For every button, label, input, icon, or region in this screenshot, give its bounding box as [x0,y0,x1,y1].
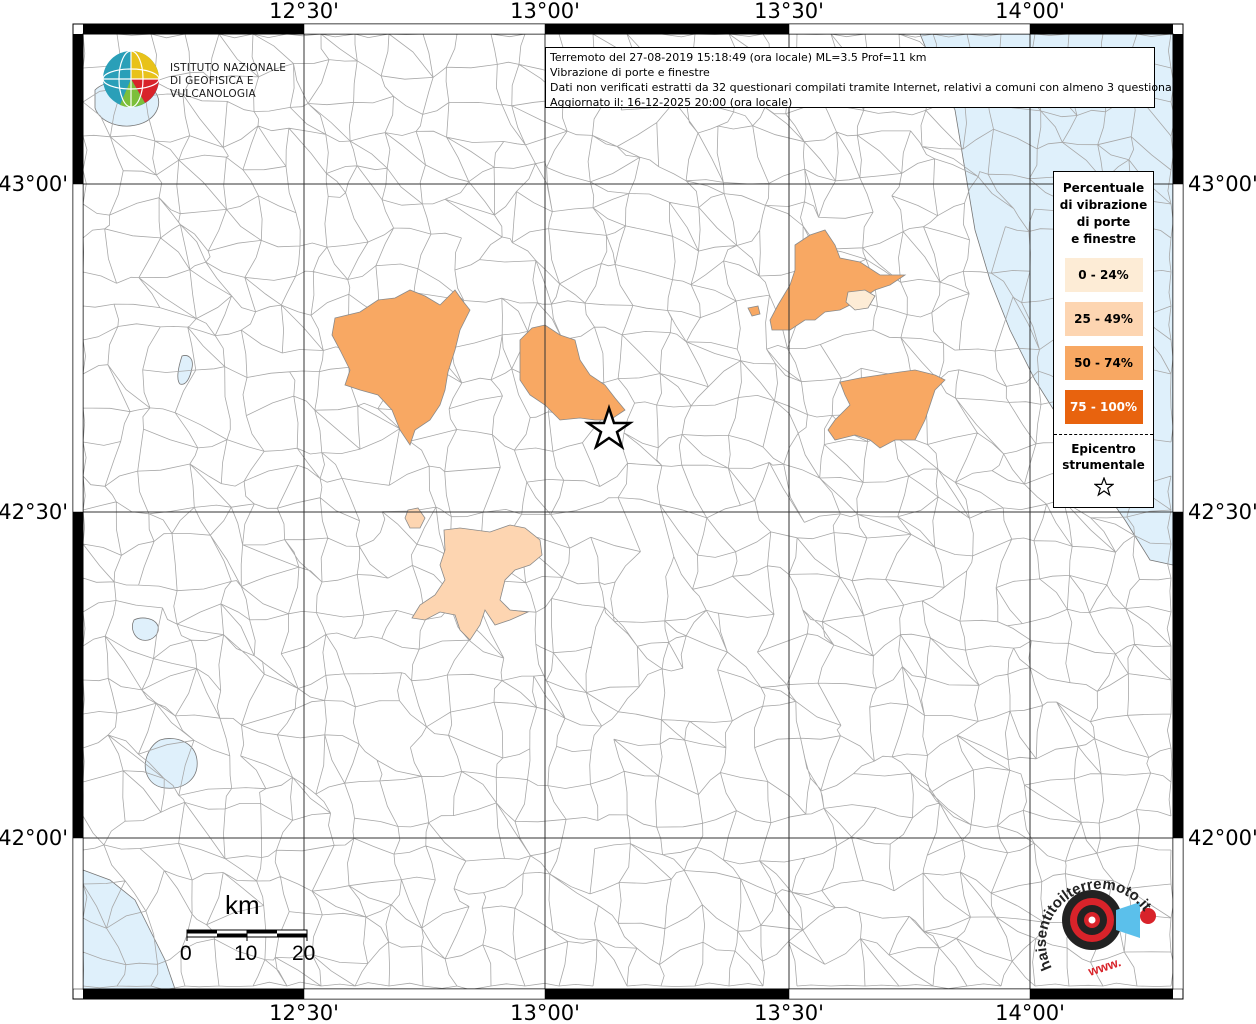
lon-label-top-12-30: 12°30' [269,0,339,23]
legend-divider [1054,434,1153,435]
lake-bolsena [144,738,198,789]
ingv-globe-icon [102,50,160,108]
legend-title-line4: e finestre [1071,232,1136,246]
lon-label-bottom-13-30: 13°30' [754,1001,824,1024]
event-data-note: Dati non verificati estratti da 32 quest… [550,81,1183,94]
legend-title: Percentuale di vibrazione di porte e fin… [1054,180,1153,248]
ingv-logo: ISTITUTO NAZIONALE DI GEOFISICA E VULCAN… [100,48,310,110]
ingv-logo-line2: DI GEOFISICA E VULCANOLOGIA [170,75,256,100]
ingv-logo-line1: ISTITUTO NAZIONALE [170,62,287,74]
scale-bar: km 0 10 20 [180,890,320,970]
lon-label-top-14-00: 14°00' [995,0,1065,23]
lat-label-right-42-30: 42°30' [1188,500,1256,524]
scale-unit: km [225,890,260,920]
legend-star-icon [1054,476,1153,501]
lat-label-left-42-00: 42°00' [0,826,68,850]
scale-label-10: 10 [234,942,258,965]
legend-epicenter-line1: Epicentro [1071,442,1136,456]
event-title: Terremoto del 27-08-2019 15:18:49 (ora l… [550,51,927,64]
ingv-logo-text: ISTITUTO NAZIONALE DI GEOFISICA E VULCAN… [170,62,310,101]
lat-label-right-42-00: 42°00' [1188,826,1256,850]
scale-label-0: 0 [180,942,192,965]
legend: Percentuale di vibrazione di porte e fin… [1053,171,1154,508]
event-update-time: Aggiornato il: 16-12-2025 20:00 (ora loc… [550,96,793,109]
lat-label-right-43-00: 43°00' [1188,172,1256,196]
haisentito-prefix: www. [1085,954,1122,979]
lon-label-bottom-14-00: 14°00' [995,1001,1065,1024]
legend-class-0-24: 0 - 24% [1064,258,1143,292]
lon-label-top-13-30: 13°30' [754,0,824,23]
lon-label-top-13-00: 13°00' [510,0,580,23]
haisentito-target-icon: haisentitoilterremoto.it www. [1033,876,1156,979]
event-info-box: Terremoto del 27-08-2019 15:18:49 (ora l… [545,47,1183,109]
lat-label-left-43-00: 43°00' [0,172,68,196]
legend-title-line1: Percentuale [1062,181,1145,195]
legend-epicenter-line2: strumentale [1062,458,1145,472]
event-subtitle: Vibrazione di porte e finestre [550,66,710,79]
legend-epicenter-label: Epicentro strumentale [1054,441,1153,473]
haisentito-logo: haisentitoilterremoto.it www. [1030,858,1170,998]
legend-class-50-74: 50 - 74% [1064,346,1143,380]
lake-small [132,617,159,641]
lat-label-left-42-30: 42°30' [0,500,68,524]
legend-title-line3: di porte [1076,215,1131,229]
legend-title-line2: di vibrazione [1059,198,1148,212]
legend-class-75-100: 75 - 100% [1064,390,1143,424]
legend-class-25-49: 25 - 49% [1064,302,1143,336]
legend-classes: 0 - 24% 25 - 49% 50 - 74% 75 - 100% [1054,258,1153,424]
scale-bar-graphic [186,929,308,941]
lon-label-bottom-12-30: 12°30' [269,1001,339,1024]
lon-label-bottom-13-00: 13°00' [510,1001,580,1024]
scale-label-20: 20 [292,942,316,965]
